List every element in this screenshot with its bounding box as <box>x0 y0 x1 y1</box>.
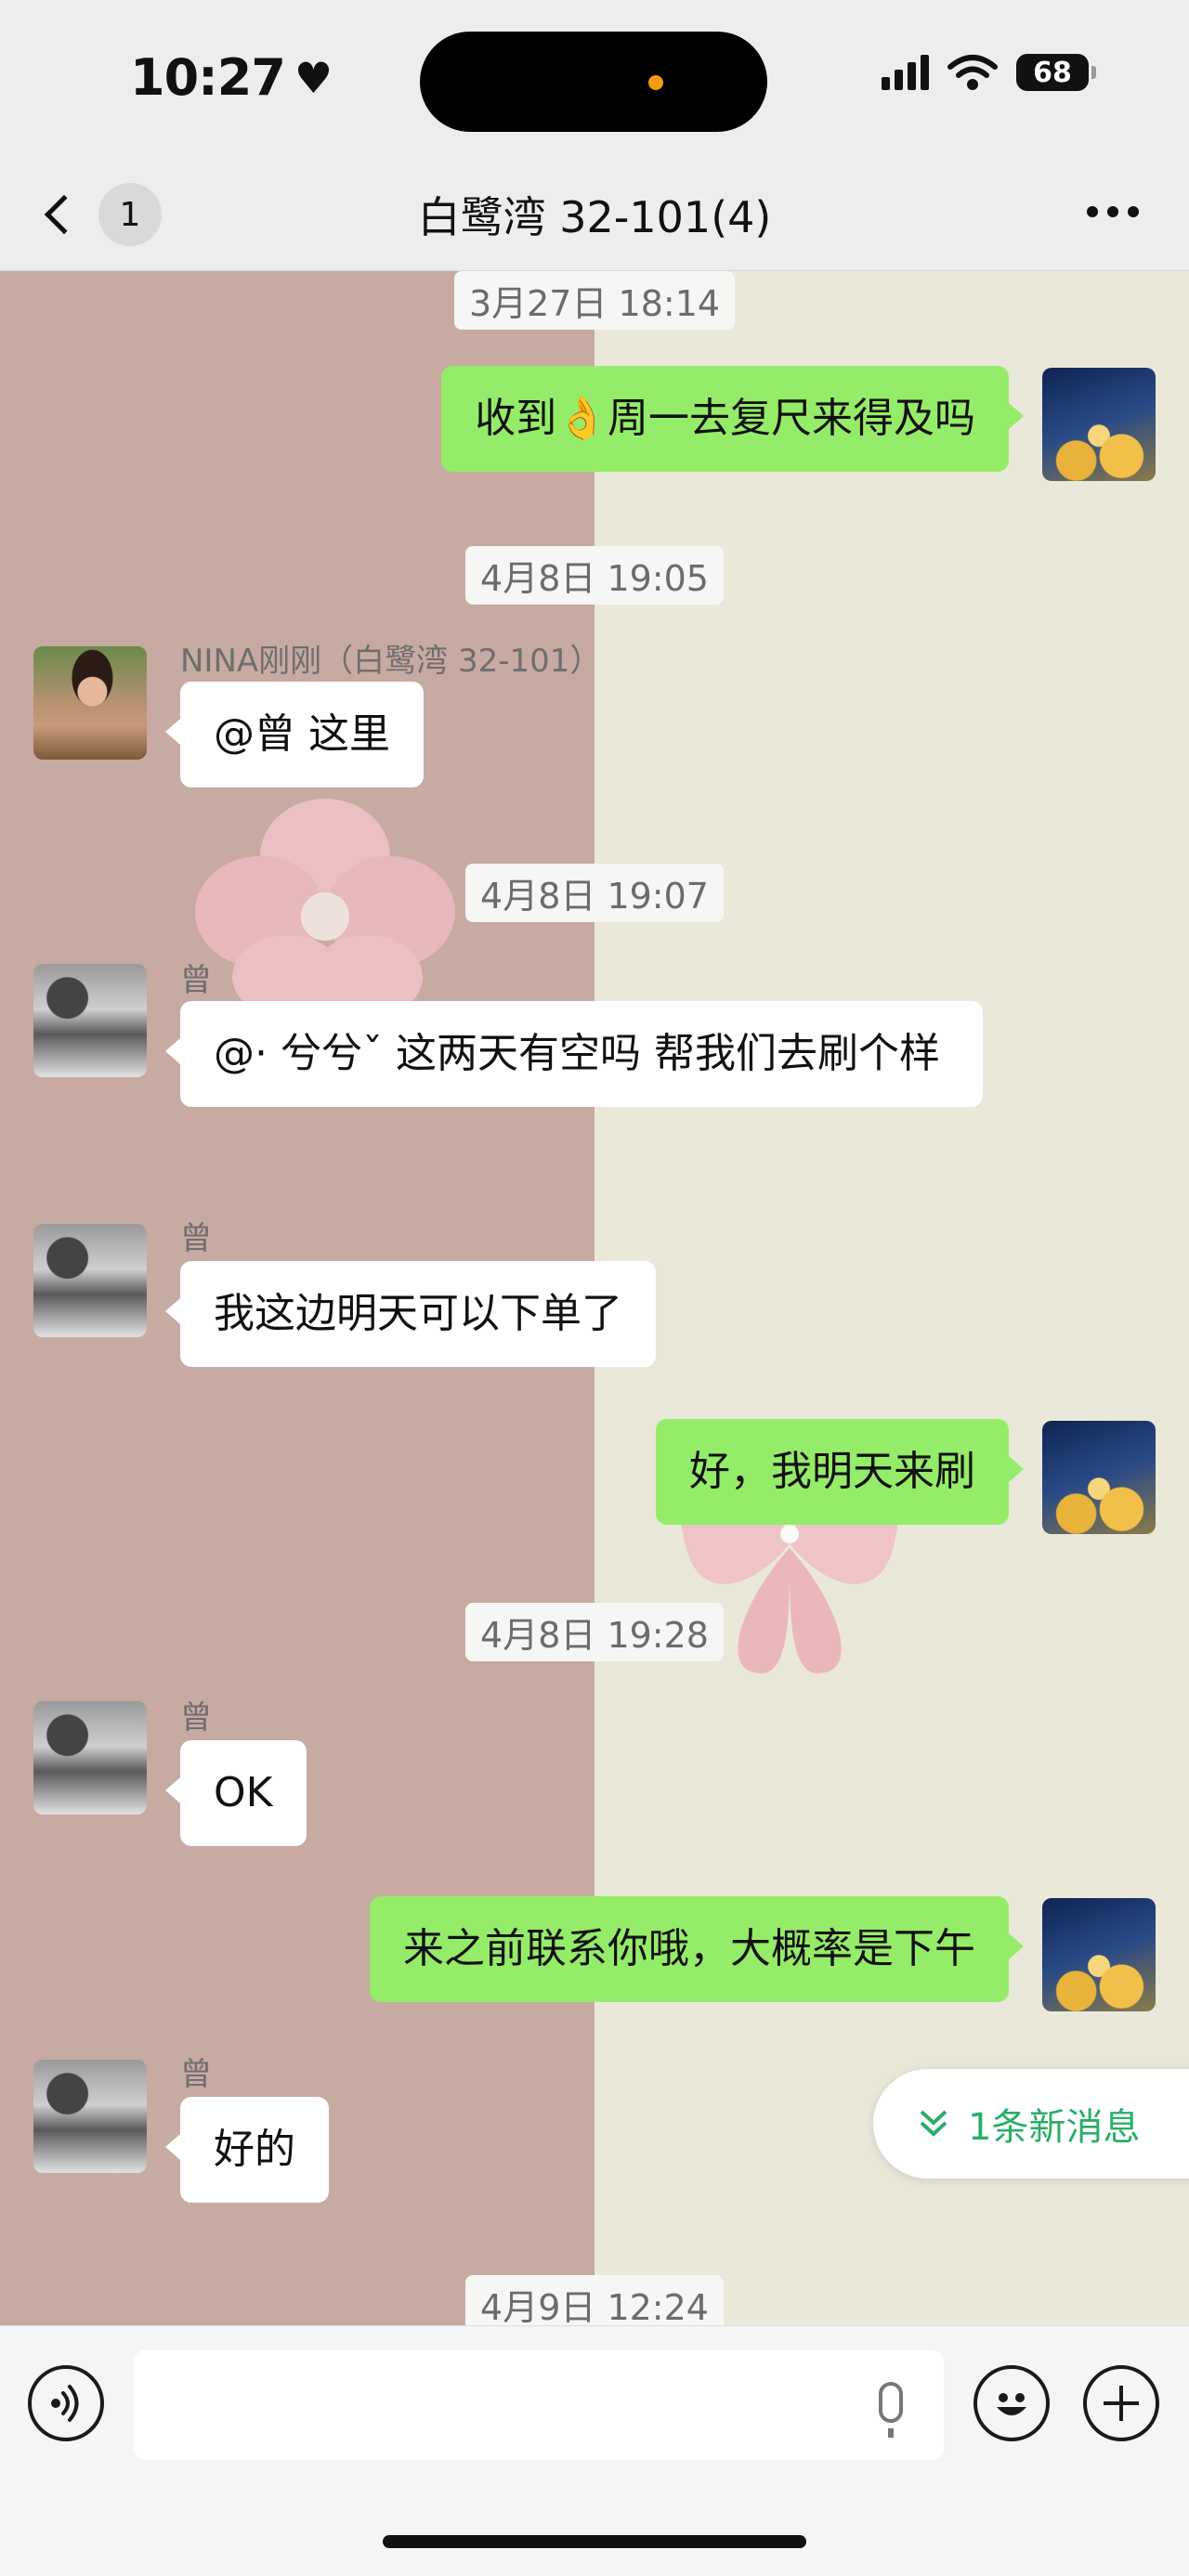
message-list[interactable]: 3月27日 18:14 收到👌周一去复尺来得及吗 4月8日 19:05 NINA… <box>0 271 1189 2325</box>
zeng-avatar[interactable] <box>33 1224 147 1337</box>
more-icon[interactable] <box>1087 206 1139 217</box>
new-message-label: 1条新消息 <box>968 2106 1141 2149</box>
sender-name: 曾 <box>180 962 212 999</box>
zeng-avatar[interactable] <box>33 2060 147 2173</box>
message-input[interactable] <box>134 2350 944 2460</box>
outgoing-message-bubble[interactable]: 来之前联系你哦，大概率是下午 <box>370 1896 1024 2002</box>
plus-button[interactable] <box>1083 2365 1159 2441</box>
incoming-message-bubble[interactable]: @曾 这里 <box>165 682 424 787</box>
my-avatar[interactable] <box>1042 1421 1156 1534</box>
my-avatar[interactable] <box>1042 368 1156 481</box>
chat-header: 1 白鹭湾 32-101(4) <box>0 158 1189 271</box>
status-time: 10:27 ♥ <box>130 48 333 107</box>
sender-name: 曾 <box>180 2056 212 2093</box>
chevron-down-icon <box>920 2110 947 2137</box>
battery-icon: 68 <box>1016 54 1096 91</box>
timestamp: 4月8日 19:05 <box>0 546 1189 605</box>
outgoing-message-bubble[interactable]: 好，我明天来刷 <box>656 1419 1024 1525</box>
nina-avatar[interactable] <box>33 646 147 760</box>
mic-icon[interactable] <box>879 2382 903 2438</box>
sender-name: 曾 <box>180 1699 212 1737</box>
emoji-button[interactable] <box>973 2365 1050 2441</box>
incoming-message-bubble[interactable]: 我这边明天可以下单了 <box>165 1261 656 1367</box>
plus-icon <box>1104 2386 1139 2421</box>
sender-name: NINA刚刚（白鹭湾 32-101） <box>180 643 602 680</box>
signal-icon <box>882 55 929 90</box>
timestamp: 4月8日 19:28 <box>0 1603 1189 1661</box>
chat-title: 白鹭湾 32-101(4) <box>417 192 772 242</box>
timestamp: 3月27日 18:14 <box>0 271 1189 330</box>
clock-text: 10:27 <box>130 48 286 107</box>
timestamp: 4月8日 19:07 <box>0 864 1189 922</box>
incoming-message-bubble[interactable]: @· 兮兮ˇ 这两天有空吗 帮我们去刷个样 <box>165 1001 983 1107</box>
voice-button[interactable] <box>28 2365 104 2441</box>
heart-icon: ♥ <box>294 52 333 103</box>
zeng-avatar[interactable] <box>33 964 147 1077</box>
incoming-message-bubble[interactable]: OK <box>165 1740 307 1846</box>
voice-icon <box>51 2385 79 2422</box>
outgoing-message-bubble[interactable]: 收到👌周一去复尺来得及吗 <box>441 366 1024 472</box>
wifi-icon <box>947 55 998 90</box>
privacy-dot <box>648 75 663 90</box>
new-message-button[interactable]: 1条新消息 <box>873 2069 1189 2179</box>
my-avatar[interactable] <box>1042 1898 1156 2011</box>
emoji-icon <box>997 2393 1026 2415</box>
timestamp: 4月9日 12:24 <box>0 2275 1189 2325</box>
incoming-message-bubble[interactable]: 好的 <box>165 2097 329 2203</box>
home-indicator[interactable] <box>383 2535 806 2548</box>
zeng-avatar[interactable] <box>33 1701 147 1815</box>
dynamic-island <box>420 32 767 132</box>
status-bar: 10:27 ♥ 68 <box>0 0 1189 158</box>
battery-level: 68 <box>1033 56 1072 89</box>
sender-name: 曾 <box>180 1220 212 1257</box>
status-indicators: 68 <box>882 54 1096 91</box>
